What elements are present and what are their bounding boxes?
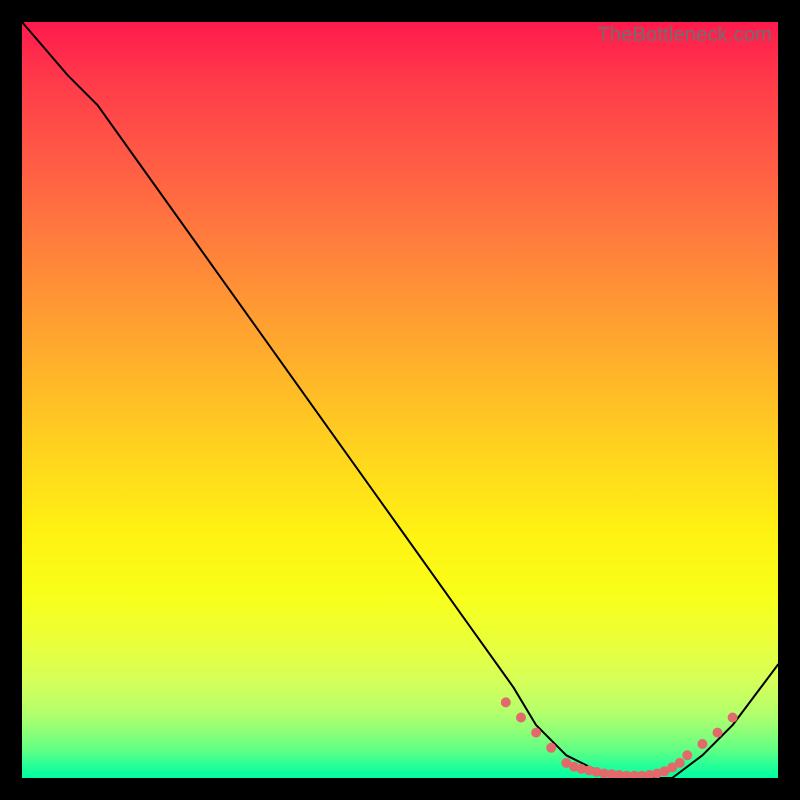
marker-dot xyxy=(637,771,647,778)
marker-dot xyxy=(531,728,541,738)
marker-dot xyxy=(592,767,602,777)
chart-overlay xyxy=(22,22,778,778)
marker-dot xyxy=(697,739,707,749)
marker-dot xyxy=(660,766,670,776)
marker-dot xyxy=(599,769,609,779)
marker-dot xyxy=(614,770,624,778)
marker-dot xyxy=(569,762,579,772)
watermark-text: TheBottleneck.com xyxy=(597,24,772,47)
marker-dot xyxy=(728,713,738,723)
marker-dot xyxy=(682,750,692,760)
marker-dot xyxy=(713,728,723,738)
plot-area: TheBottleneck.com xyxy=(22,22,778,778)
marker-dot xyxy=(675,758,685,768)
marker-dot xyxy=(584,765,594,775)
marker-dot xyxy=(561,758,571,768)
curve-group xyxy=(22,22,778,778)
marker-dot xyxy=(667,762,677,772)
marker-dot xyxy=(652,769,662,779)
marker-dot xyxy=(516,713,526,723)
flat-region-dots xyxy=(501,697,738,778)
marker-dot xyxy=(546,743,556,753)
marker-dot xyxy=(607,769,617,778)
chart-frame: TheBottleneck.com xyxy=(0,0,800,800)
marker-dot xyxy=(645,770,655,778)
marker-dot xyxy=(629,771,639,778)
marker-dot xyxy=(501,697,511,707)
marker-dot xyxy=(622,771,632,778)
marker-dot xyxy=(576,764,586,774)
curve-path xyxy=(22,22,778,778)
